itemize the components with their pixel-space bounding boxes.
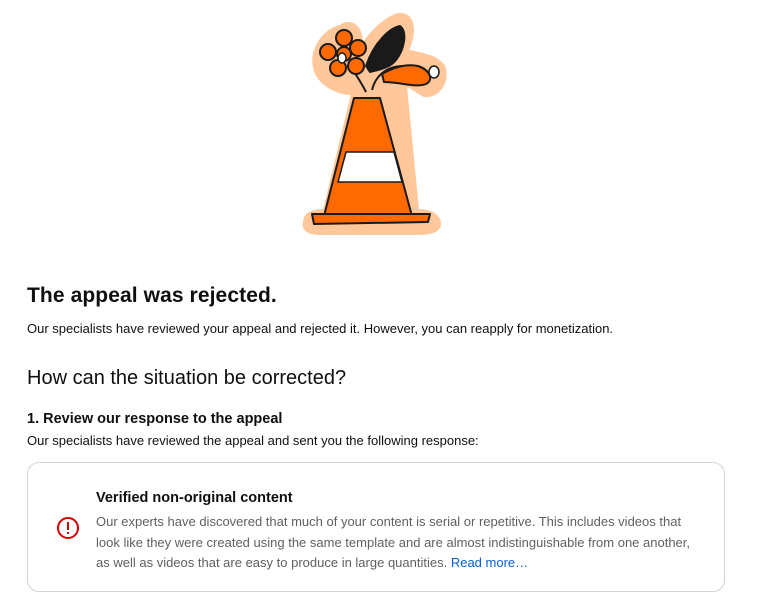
response-body: Our experts have discovered that much of… [96,512,706,574]
page-subtitle: Our specialists have reviewed your appea… [27,321,614,336]
page-title: The appeal was rejected. [27,284,277,307]
error-icon [56,516,80,540]
step-description: Our specialists have reviewed the appeal… [27,433,479,448]
step-title: 1. Review our response to the appeal [27,411,283,427]
response-text: Our experts have discovered that much of… [96,514,691,570]
traffic-cone-with-flowers-icon [300,10,448,235]
section-heading: How can the situation be corrected? [27,367,347,389]
response-title: Verified non-original content [96,490,293,506]
appeal-response-card: Verified non-original content Our expert… [27,462,725,592]
read-more-link[interactable]: Read more… [451,555,528,570]
